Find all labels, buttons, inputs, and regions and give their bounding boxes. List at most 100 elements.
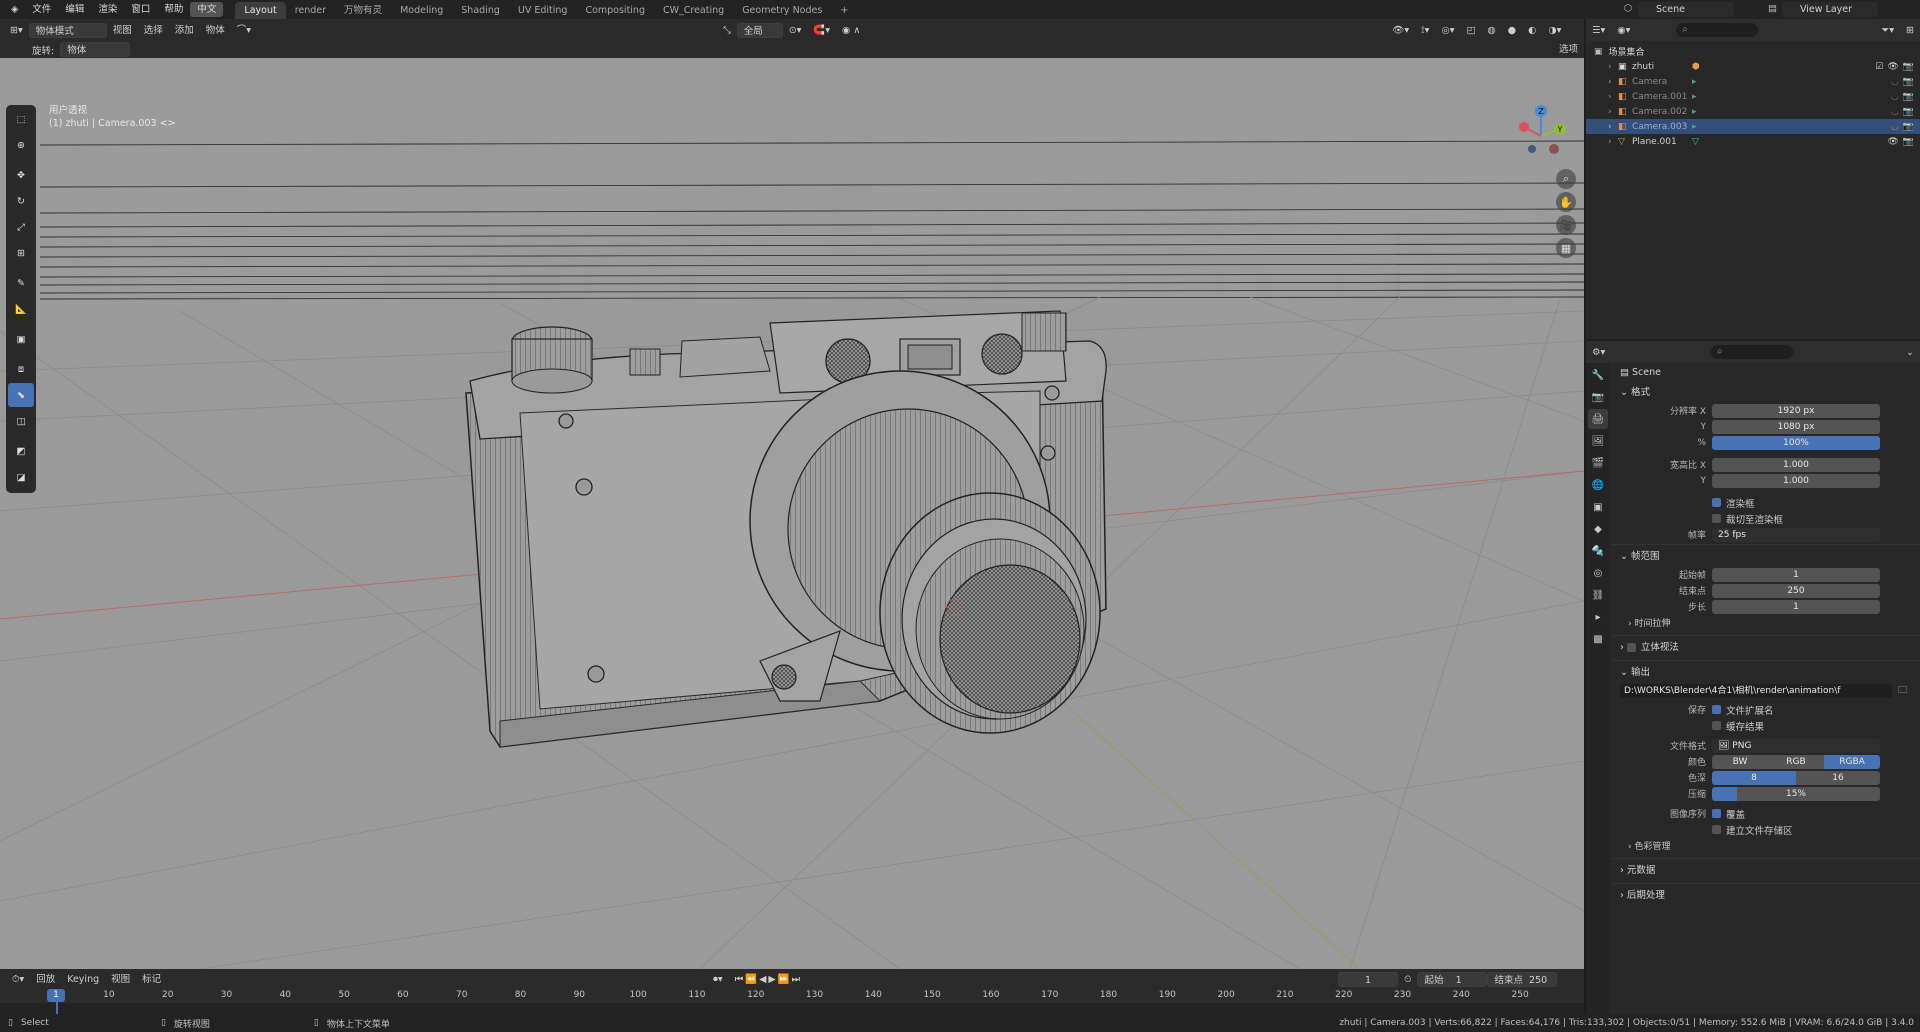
- camera-view-icon[interactable]: 🎥: [1556, 215, 1576, 235]
- navigation-gizmo[interactable]: Z Y: [1510, 105, 1572, 167]
- mode-dropdown[interactable]: 物体模式: [28, 22, 107, 38]
- gp-icon[interactable]: ⌒▾: [231, 23, 257, 38]
- crop-row[interactable]: 裁切至渲染框: [1612, 511, 1920, 526]
- res-x-field[interactable]: 1920 px: [1712, 403, 1880, 418]
- tab-render[interactable]: render: [286, 2, 335, 19]
- ortho-grid-icon[interactable]: ▦: [1556, 238, 1576, 258]
- cache-row[interactable]: 缓存结果: [1612, 718, 1920, 733]
- placeholders-row[interactable]: 建立文件存储区: [1612, 822, 1920, 837]
- display-mode-icon[interactable]: ◉▾: [1611, 23, 1636, 38]
- output-path-input[interactable]: D:\WORKS\Blender\4合1\相机\render\animation…: [1620, 683, 1892, 698]
- tab-compositing[interactable]: Compositing: [576, 2, 654, 19]
- metadata-panel-header[interactable]: › 元数据: [1612, 861, 1920, 881]
- filter-icon[interactable]: ⏷▾: [1876, 23, 1900, 38]
- menu-object[interactable]: 物体: [200, 23, 231, 38]
- shading-solid-icon[interactable]: ●: [1502, 23, 1522, 38]
- gizmo-toggle-icon[interactable]: ⟟▾: [1415, 23, 1435, 38]
- playback-controls-icon[interactable]: ⏮⏪◀▶⏩⏭: [729, 972, 808, 987]
- res-pct-field[interactable]: 100%: [1712, 435, 1880, 450]
- render-camera-icon[interactable]: 📷: [1903, 137, 1914, 147]
- placeholders-checkbox[interactable]: [1712, 825, 1721, 834]
- eye-closed-icon[interactable]: ◡: [1891, 122, 1899, 132]
- extrude-tool-icon[interactable]: ⧈: [8, 357, 34, 381]
- frame-end-field[interactable]: 250: [1712, 583, 1880, 598]
- pan-hand-icon[interactable]: ✋: [1556, 192, 1576, 212]
- move-tool-icon[interactable]: ✥: [8, 163, 34, 187]
- editor-type-icon[interactable]: ⊞▾: [4, 23, 29, 38]
- outliner-row-camera-002[interactable]: › ◧ Camera.002 ▸ ◡ 📷: [1586, 104, 1920, 119]
- outliner-editor-icon[interactable]: ☰▾: [1586, 23, 1611, 38]
- add-cube-tool-icon[interactable]: ▣: [8, 327, 34, 351]
- eye-closed-icon[interactable]: ◡: [1891, 107, 1899, 117]
- tab-modeling[interactable]: Modeling: [391, 2, 452, 19]
- frame-step-field[interactable]: 1: [1712, 599, 1880, 614]
- properties-options-icon[interactable]: ⌄: [1900, 345, 1920, 360]
- depth-8-button[interactable]: 8: [1712, 770, 1796, 785]
- shading-wireframe-icon[interactable]: ◍: [1482, 23, 1502, 38]
- output-panel-header[interactable]: ⌄ 输出: [1612, 663, 1920, 683]
- visibility-icon[interactable]: 👁▾: [1386, 23, 1415, 38]
- record-icon[interactable]: ⏺▾: [707, 972, 729, 987]
- camera-model[interactable]: [465, 310, 1107, 748]
- texture-tab-icon[interactable]: ▩: [1588, 629, 1608, 649]
- color-management-subpanel[interactable]: › 色彩管理: [1612, 838, 1920, 856]
- compression-slider[interactable]: 15%: [1712, 786, 1880, 801]
- start-frame-field[interactable]: 起始 1: [1417, 971, 1488, 987]
- overlay-icon[interactable]: ◎▾: [1435, 23, 1460, 38]
- stereo-panel-header[interactable]: › 立体视法: [1612, 638, 1920, 658]
- collection-tab-icon[interactable]: ▣: [1588, 497, 1608, 517]
- eye-closed-icon[interactable]: ◡: [1891, 92, 1899, 102]
- outliner-row-camera-003[interactable]: › ◧ Camera.003 ▸ ◡ 📷: [1586, 119, 1920, 134]
- add-workspace-button[interactable]: +: [831, 2, 857, 19]
- menu-marker[interactable]: 标记: [136, 972, 167, 987]
- scale-tool-icon[interactable]: ⤢: [8, 215, 34, 239]
- cursor-tool-icon[interactable]: ⊕: [8, 133, 34, 157]
- render-region-checkbox[interactable]: [1712, 498, 1721, 507]
- transform-dropdown[interactable]: 物体: [60, 42, 131, 57]
- data-tab-icon[interactable]: ▸: [1588, 607, 1608, 627]
- world-tab-icon[interactable]: 🌐: [1588, 475, 1608, 495]
- 3d-viewport[interactable]: 用户透视 (1) zhuti | Camera.003 <> ⬚ ⊕ ✥ ↻ ⤢…: [0, 41, 1584, 969]
- frame-range-panel-header[interactable]: ⌄ 帧范围: [1612, 547, 1920, 567]
- depth-16-button[interactable]: 16: [1796, 770, 1880, 785]
- render-camera-icon[interactable]: 📷: [1903, 77, 1914, 87]
- menu-add[interactable]: 添加: [169, 23, 200, 38]
- annotate-tool-icon[interactable]: ✎: [8, 271, 34, 295]
- view-layer-selector[interactable]: View Layer: [1782, 2, 1878, 17]
- expand-icon[interactable]: ›: [1608, 137, 1618, 147]
- tab-uv-editing[interactable]: UV Editing: [509, 2, 577, 19]
- current-frame-marker[interactable]: 1: [47, 989, 65, 1002]
- snap-icon[interactable]: 🧲▾: [807, 23, 836, 38]
- timeline-editor-icon[interactable]: ⏱▾: [6, 972, 30, 987]
- scene-selector[interactable]: Scene: [1638, 2, 1734, 17]
- file-ext-checkbox[interactable]: [1712, 705, 1721, 714]
- shading-material-icon[interactable]: ◐: [1522, 23, 1542, 38]
- tab-geometry-nodes[interactable]: Geometry Nodes: [733, 2, 831, 19]
- format-panel-header[interactable]: ⌄ 格式: [1612, 383, 1920, 403]
- file-ext-row[interactable]: 保存 文件扩展名: [1612, 702, 1920, 717]
- frame-ruler[interactable]: 10 20 30 40 50 60 70 80 90 100 110 120 130 140 150 160 1…: [0, 989, 1584, 1003]
- menu-render[interactable]: 渲染: [91, 0, 124, 19]
- current-frame-field[interactable]: 1: [1338, 971, 1399, 987]
- crop-checkbox[interactable]: [1712, 514, 1721, 523]
- select-box-tool-icon[interactable]: ⬚: [8, 107, 34, 131]
- render-camera-icon[interactable]: 📷: [1903, 92, 1914, 102]
- properties-editor-icon[interactable]: ⚙▾: [1586, 345, 1611, 360]
- menu-playback[interactable]: 回放: [30, 972, 61, 987]
- menu-window[interactable]: 窗口: [124, 0, 157, 19]
- eye-icon[interactable]: 👁: [1887, 62, 1898, 72]
- eye-icon[interactable]: 👁: [1887, 137, 1898, 147]
- orientation-dropdown[interactable]: 全局: [736, 22, 783, 38]
- blender-logo-icon[interactable]: ◈: [4, 0, 25, 19]
- folder-icon[interactable]: 🗀: [1898, 683, 1908, 699]
- menu-edit[interactable]: 编辑: [58, 0, 91, 19]
- menu-view[interactable]: 视图: [107, 23, 138, 38]
- menu-help[interactable]: 帮助: [157, 0, 190, 19]
- tab-cw-creating[interactable]: CW_Creating: [654, 2, 733, 19]
- active-tool-icon[interactable]: ⬊: [8, 383, 34, 407]
- color-rgb-button[interactable]: RGB: [1768, 754, 1824, 769]
- aspect-x-field[interactable]: 1.000: [1712, 457, 1880, 472]
- render-camera-icon[interactable]: 📷: [1903, 62, 1914, 72]
- eye-closed-icon[interactable]: ◡: [1891, 77, 1899, 87]
- outliner-row-camera-001[interactable]: › ◧ Camera.001 ▸ ◡ 📷: [1586, 89, 1920, 104]
